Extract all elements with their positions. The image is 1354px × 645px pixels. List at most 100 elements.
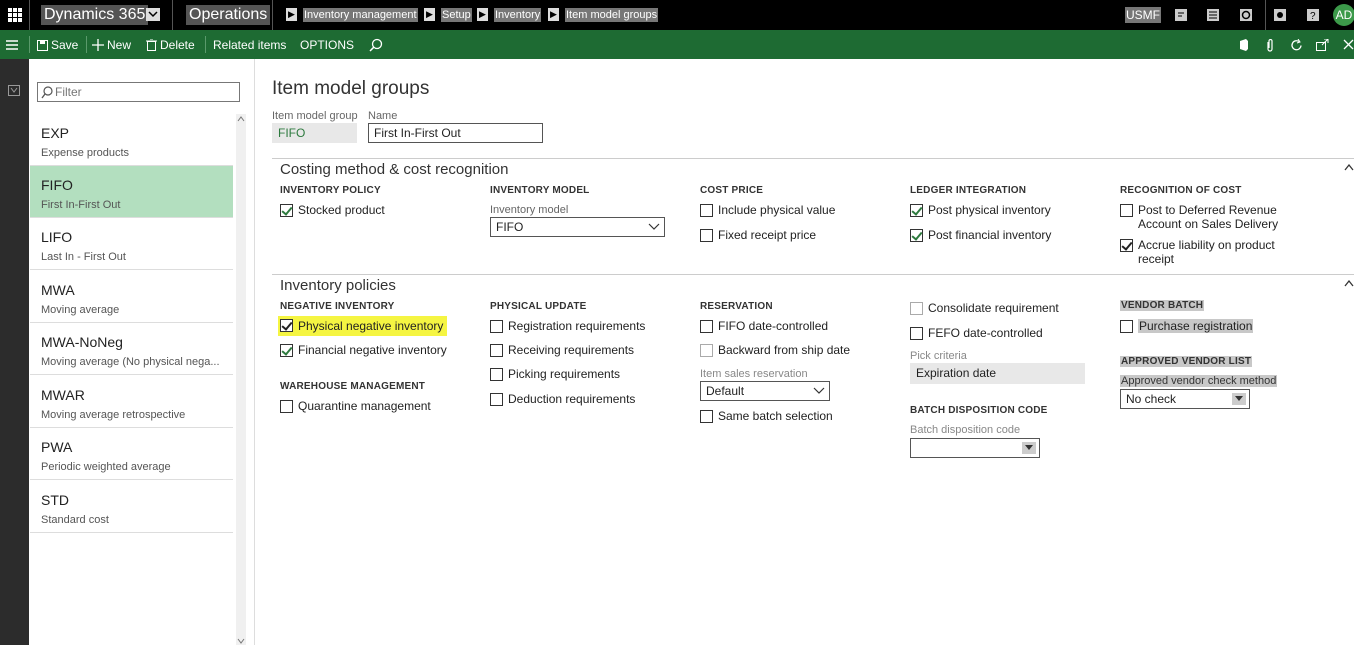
- checkbox-label: Picking requirements: [508, 367, 621, 381]
- fifo-date-controlled-checkbox[interactable]: FIFO date-controlled: [700, 319, 828, 333]
- checkbox[interactable]: [700, 204, 713, 217]
- deduction-requirements-checkbox[interactable]: Deduction requirements: [490, 392, 635, 406]
- product-name[interactable]: Dynamics 365: [41, 5, 149, 25]
- save-button[interactable]: Save: [37, 38, 78, 52]
- close-icon[interactable]: [1343, 39, 1354, 50]
- office-icon[interactable]: [1238, 39, 1250, 51]
- company-selector[interactable]: USMF: [1125, 7, 1161, 23]
- scroll-up-icon[interactable]: [237, 116, 245, 122]
- checkbox[interactable]: [700, 410, 713, 423]
- filter-pane-icon[interactable]: [8, 85, 20, 96]
- quarantine-management-checkbox[interactable]: Quarantine management: [280, 399, 431, 413]
- item-sales-reservation-dropdown[interactable]: Default: [700, 381, 830, 401]
- picking-requirements-checkbox[interactable]: Picking requirements: [490, 367, 620, 381]
- list-item[interactable]: STD Standard cost: [30, 481, 233, 533]
- delete-button[interactable]: Delete: [146, 38, 195, 52]
- checkbox-checked[interactable]: [1120, 239, 1133, 252]
- checkbox-checked[interactable]: [280, 204, 293, 217]
- messages-icon[interactable]: [1206, 8, 1220, 22]
- comment-icon[interactable]: [1174, 8, 1188, 22]
- fefo-date-controlled-checkbox[interactable]: FEFO date-controlled: [910, 326, 1043, 340]
- checkbox[interactable]: [1120, 204, 1133, 217]
- search-icon[interactable]: [369, 38, 383, 52]
- list-item[interactable]: PWA Periodic weighted average: [30, 428, 233, 480]
- checkbox[interactable]: [700, 229, 713, 242]
- financial-negative-inventory-checkbox[interactable]: Financial negative inventory: [280, 343, 447, 357]
- list-item[interactable]: MWA-NoNeg Moving average (No physical ne…: [30, 323, 233, 375]
- collapse-chevron-icon[interactable]: [1344, 164, 1354, 171]
- name-field[interactable]: First In-First Out: [368, 123, 543, 143]
- svg-text:?: ?: [1310, 11, 1316, 22]
- new-button[interactable]: New: [92, 38, 131, 52]
- inventory-model-dropdown[interactable]: FIFO: [490, 217, 665, 237]
- app-name[interactable]: Operations: [186, 5, 271, 25]
- hamburger-menu-icon[interactable]: [6, 39, 18, 51]
- checkbox[interactable]: [910, 327, 923, 340]
- item-model-group-label: Item model group: [272, 110, 358, 122]
- checkbox-checked[interactable]: [280, 344, 293, 357]
- registration-requirements-checkbox[interactable]: Registration requirements: [490, 319, 645, 333]
- checkbox[interactable]: [280, 400, 293, 413]
- breadcrumb-item[interactable]: Inventory: [494, 8, 542, 22]
- app-launcher-icon[interactable]: [0, 0, 29, 30]
- checkbox[interactable]: [490, 368, 503, 381]
- breadcrumb-item[interactable]: Item model groups: [565, 8, 659, 22]
- receiving-requirements-checkbox[interactable]: Receiving requirements: [490, 343, 634, 357]
- purchase-registration-checkbox[interactable]: Purchase registration: [1120, 319, 1254, 333]
- avatar[interactable]: AD: [1333, 4, 1354, 26]
- backward-from-ship-date-checkbox[interactable]: Backward from ship date: [700, 343, 850, 357]
- inventory-policies-section-title[interactable]: Inventory policies: [280, 277, 396, 294]
- accrue-liability-checkbox[interactable]: Accrue liability on product receipt: [1120, 238, 1275, 266]
- list-item[interactable]: MWAR Moving average retrospective: [30, 376, 233, 428]
- physical-negative-inventory-checkbox[interactable]: Physical negative inventory: [278, 316, 448, 336]
- attachment-icon[interactable]: [1265, 39, 1275, 52]
- post-physical-inventory-checkbox[interactable]: Post physical inventory: [910, 203, 1051, 217]
- include-physical-value-checkbox[interactable]: Include physical value: [700, 203, 835, 217]
- checkbox[interactable]: [490, 344, 503, 357]
- consolidate-requirement-checkbox[interactable]: Consolidate requirement: [910, 301, 1059, 315]
- list-item-selected[interactable]: FIFO First In-First Out: [30, 166, 233, 218]
- collapse-chevron-icon[interactable]: [1344, 280, 1354, 287]
- post-financial-inventory-checkbox[interactable]: Post financial inventory: [910, 228, 1051, 242]
- filter-box[interactable]: [37, 82, 240, 102]
- vendor-batch-header: VENDOR BATCH: [1120, 300, 1205, 311]
- costing-section-title[interactable]: Costing method & cost recognition: [280, 161, 508, 178]
- list-item[interactable]: MWA Moving average: [30, 271, 233, 323]
- fixed-receipt-price-checkbox[interactable]: Fixed receipt price: [700, 228, 816, 242]
- list-item[interactable]: EXP Expense products: [30, 114, 233, 166]
- pick-criteria-value: Expiration date: [910, 363, 1085, 384]
- options-tab[interactable]: OPTIONS: [300, 38, 354, 52]
- scrollbar[interactable]: [236, 114, 246, 645]
- help-icon[interactable]: ?: [1306, 8, 1320, 22]
- post-deferred-revenue-checkbox[interactable]: Post to Deferred Revenue Account on Sales…: [1120, 203, 1278, 231]
- refresh-icon[interactable]: [1290, 39, 1303, 52]
- checkbox-disabled[interactable]: [700, 344, 713, 357]
- checkbox[interactable]: [700, 320, 713, 333]
- approved-vendor-check-dropdown[interactable]: No check: [1120, 389, 1250, 409]
- same-batch-selection-checkbox[interactable]: Same batch selection: [700, 409, 833, 423]
- label-line: receipt: [1138, 252, 1175, 266]
- open-new-window-icon[interactable]: [1316, 39, 1329, 51]
- settings-icon[interactable]: [1239, 8, 1253, 22]
- scroll-down-icon[interactable]: [237, 638, 245, 644]
- breadcrumb-item[interactable]: Inventory management: [303, 8, 418, 22]
- checkbox[interactable]: [490, 320, 503, 333]
- checkbox[interactable]: [1120, 320, 1133, 333]
- stocked-product-checkbox[interactable]: Stocked product: [280, 203, 385, 217]
- save-icon: [37, 39, 48, 51]
- checkbox-checked[interactable]: [280, 319, 293, 332]
- breadcrumb-item[interactable]: Setup: [441, 8, 472, 22]
- checkbox[interactable]: [490, 393, 503, 406]
- warehouse-management-header: WAREHOUSE MANAGEMENT: [280, 381, 426, 392]
- list-item[interactable]: LIFO Last In - First Out: [30, 218, 233, 270]
- checkbox-disabled[interactable]: [910, 302, 923, 315]
- batch-disposition-dropdown[interactable]: [910, 438, 1040, 458]
- gear-icon[interactable]: [1273, 8, 1287, 22]
- related-items-button[interactable]: Related items: [213, 38, 286, 52]
- item-name: Moving average: [41, 304, 120, 316]
- checkbox-checked[interactable]: [910, 204, 923, 217]
- chevron-down-icon[interactable]: [146, 8, 160, 21]
- filter-input[interactable]: [55, 85, 235, 99]
- checkbox-checked[interactable]: [910, 229, 923, 242]
- navigation-rail: [0, 59, 29, 645]
